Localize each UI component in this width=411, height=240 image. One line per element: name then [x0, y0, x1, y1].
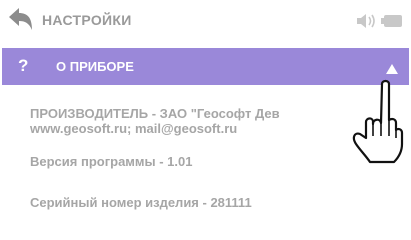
back-arrow-icon: [9, 8, 32, 30]
section-title: О ПРИБОРЕ: [56, 59, 134, 74]
help-icon[interactable]: ?: [18, 56, 28, 76]
top-bar: НАСТРОЙКИ: [0, 0, 411, 44]
triangle-up-icon[interactable]: [386, 61, 398, 74]
back-button[interactable]: [8, 6, 34, 34]
speaker-icon[interactable]: [356, 12, 378, 30]
serial-number: Серийный номер изделия - 281111: [30, 195, 252, 210]
battery-icon: [381, 14, 403, 28]
page-title: НАСТРОЙКИ: [42, 12, 132, 28]
pointing-hand-icon: [342, 78, 406, 168]
